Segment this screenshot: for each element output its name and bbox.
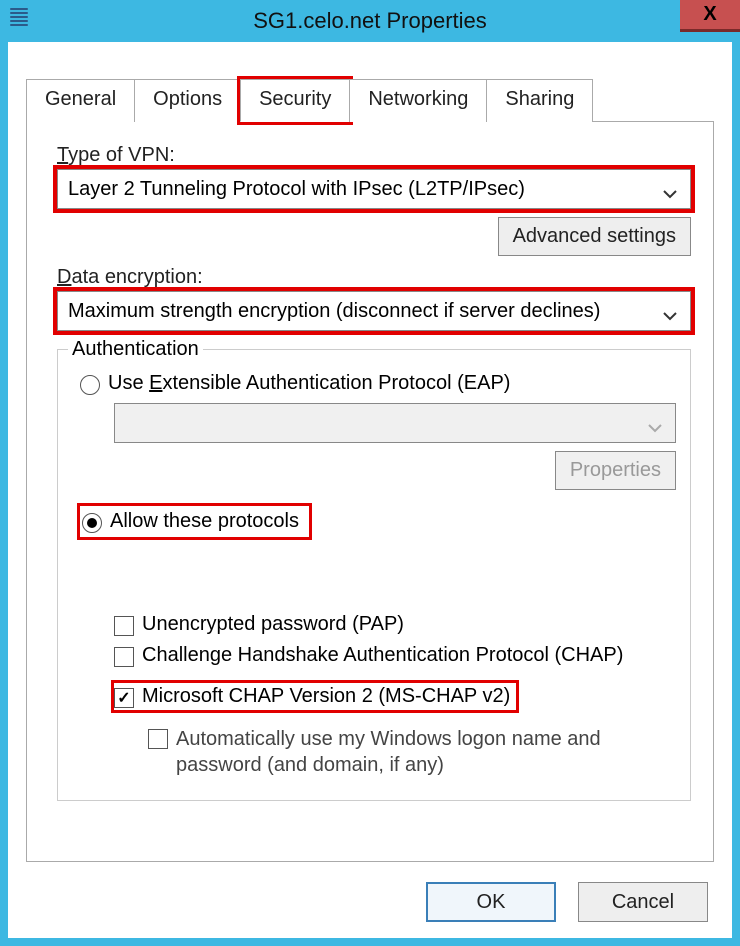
ok-button[interactable]: OK	[426, 882, 556, 922]
window-body: General Options Security Networking Shar…	[8, 42, 732, 938]
mschap-label: Microsoft CHAP Version 2 (MS-CHAP v2)	[142, 685, 510, 708]
chevron-down-icon	[662, 182, 678, 205]
authentication-group: Authentication Use Extensible Authentica…	[57, 349, 691, 801]
eap-radio[interactable]	[80, 375, 100, 395]
security-panel: Type of VPN: Layer 2 Tunneling Protocol …	[26, 122, 714, 862]
mschap-checkbox[interactable]	[114, 688, 134, 708]
chap-row[interactable]: Challenge Handshake Authentication Proto…	[114, 644, 676, 667]
titlebar: SG1.celo.net Properties X	[0, 0, 740, 42]
authentication-legend: Authentication	[68, 338, 203, 361]
close-button[interactable]: X	[680, 0, 740, 32]
tab-networking[interactable]: Networking	[349, 79, 487, 122]
tab-strip: General Options Security Networking Shar…	[26, 78, 714, 122]
vpn-type-label: Type of VPN:	[57, 144, 691, 167]
properties-button: Properties	[555, 451, 676, 490]
mschap-row[interactable]: Microsoft CHAP Version 2 (MS-CHAP v2)	[114, 683, 516, 710]
dialog-buttons: OK Cancel	[426, 882, 708, 922]
autologon-checkbox[interactable]	[148, 729, 168, 749]
vpn-type-select[interactable]: Layer 2 Tunneling Protocol with IPsec (L…	[57, 169, 691, 209]
eap-method-select	[114, 403, 676, 443]
tab-options[interactable]: Options	[134, 79, 241, 122]
chevron-down-icon	[647, 416, 663, 439]
tab-general[interactable]: General	[26, 79, 135, 122]
data-encryption-value: Maximum strength encryption (disconnect …	[68, 300, 600, 323]
data-encryption-label: Data encryption:	[57, 266, 691, 289]
allow-protocols-radio[interactable]	[82, 513, 102, 533]
data-encryption-select[interactable]: Maximum strength encryption (disconnect …	[57, 291, 691, 331]
window-title: SG1.celo.net Properties	[253, 8, 487, 34]
pap-row[interactable]: Unencrypted password (PAP)	[114, 613, 676, 636]
chevron-down-icon	[662, 304, 678, 327]
cancel-button[interactable]: Cancel	[578, 882, 708, 922]
allow-protocols-label: Allow these protocols	[110, 510, 299, 533]
pap-checkbox[interactable]	[114, 616, 134, 636]
close-icon: X	[703, 3, 716, 26]
chap-checkbox[interactable]	[114, 647, 134, 667]
autologon-label: Automatically use my Windows logon name …	[176, 726, 606, 778]
autologon-row[interactable]: Automatically use my Windows logon name …	[148, 726, 676, 778]
chap-label: Challenge Handshake Authentication Proto…	[142, 644, 623, 667]
vpn-type-value: Layer 2 Tunneling Protocol with IPsec (L…	[68, 178, 525, 201]
advanced-settings-button[interactable]: Advanced settings	[498, 217, 691, 256]
tab-security[interactable]: Security	[240, 79, 350, 122]
eap-label: Use Extensible Authentication Protocol (…	[108, 372, 510, 395]
pap-label: Unencrypted password (PAP)	[142, 613, 404, 636]
app-icon	[10, 8, 28, 30]
allow-protocols-radio-row[interactable]: Allow these protocols	[80, 506, 309, 537]
tab-sharing[interactable]: Sharing	[486, 79, 593, 122]
eap-radio-row[interactable]: Use Extensible Authentication Protocol (…	[80, 372, 676, 395]
